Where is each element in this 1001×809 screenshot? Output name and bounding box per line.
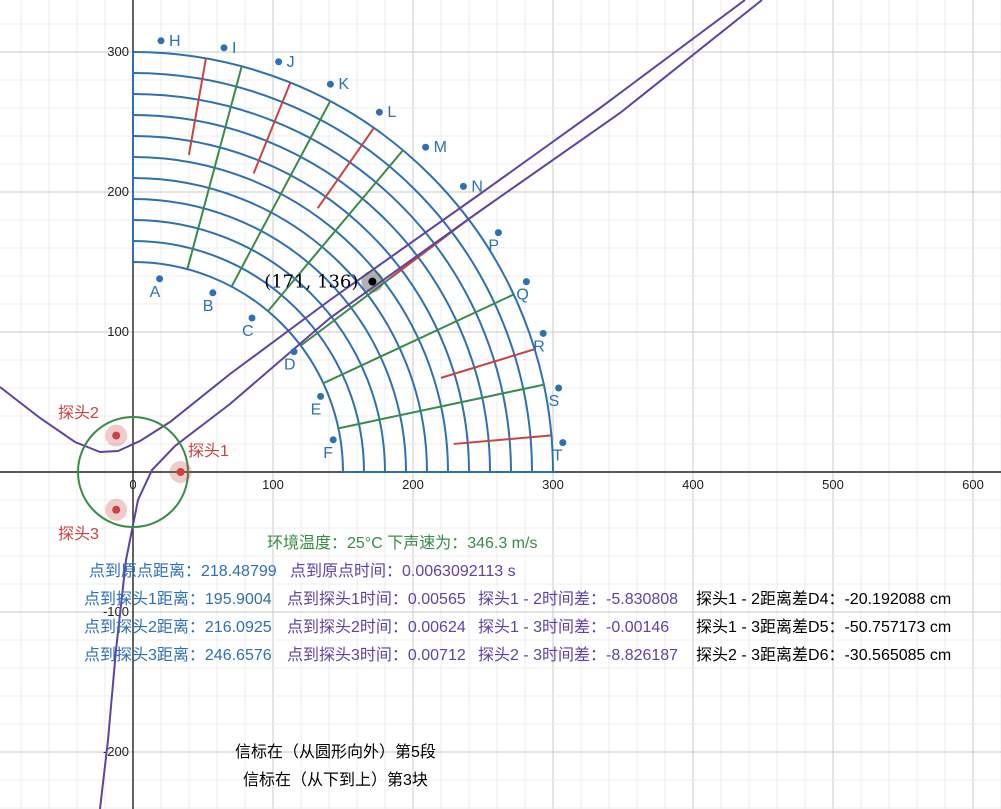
beacon-dot bbox=[275, 58, 283, 66]
beacon-dot bbox=[555, 384, 563, 392]
green-divider bbox=[186, 66, 243, 270]
red-divider bbox=[187, 58, 207, 156]
y-tick-label: 200 bbox=[107, 184, 129, 199]
green-divider bbox=[230, 100, 332, 288]
probe-label: 探头2 bbox=[58, 404, 99, 422]
probe2-distance-label: 点到探头2距离：216.0925 bbox=[84, 619, 272, 636]
beacon-label: B bbox=[203, 298, 214, 315]
probe-label: 探头3 bbox=[58, 525, 99, 543]
coordinate-plane[interactable]: 0 100 200 300 400 500 600300200100-100-200 ABC… bbox=[0, 0, 1001, 809]
beacon-label: J bbox=[287, 54, 295, 71]
beacon-label: I bbox=[232, 40, 236, 57]
beacon-dot bbox=[422, 143, 430, 151]
target-dot[interactable] bbox=[368, 277, 377, 286]
hyperbola-curves bbox=[0, 0, 763, 809]
diff12-time-label: 探头1 - 2时间差：-5.830808 bbox=[478, 591, 679, 608]
beacon-label: K bbox=[338, 76, 349, 93]
sector-arc bbox=[132, 219, 386, 473]
probe-dot bbox=[112, 431, 121, 440]
beacon-dot bbox=[156, 275, 164, 283]
probe1-distance-label: 点到探头1距离：195.9004 bbox=[84, 591, 272, 608]
beacon-label: L bbox=[387, 104, 396, 121]
y-tick-label: 100 bbox=[107, 324, 129, 339]
x-tick-label: 200 bbox=[402, 477, 424, 492]
hyperbola-curve-a bbox=[0, 0, 746, 454]
target-coordinate-label: (171, 136) bbox=[264, 272, 358, 293]
grid bbox=[0, 0, 1001, 809]
diff13-distance-label: 探头1 - 3距离差D5：-50.757173 cm bbox=[696, 619, 952, 636]
beacon-dot bbox=[220, 44, 228, 52]
diff12-distance-label: 探头1 - 2距离差D4：-20.192088 cm bbox=[696, 591, 952, 608]
beacon-label: C bbox=[242, 323, 254, 340]
beacon-dot bbox=[209, 289, 217, 297]
beacon-label: P bbox=[488, 238, 499, 255]
beacon-label: Q bbox=[516, 287, 528, 304]
diff23-distance-label: 探头2 - 3距离差D6：-30.565085 cm bbox=[696, 647, 952, 664]
beacon-label: F bbox=[323, 445, 333, 462]
beacon-label: A bbox=[150, 284, 161, 301]
probe-dot bbox=[176, 468, 185, 476]
beacon-dot bbox=[326, 80, 334, 88]
diff13-time-label: 探头1 - 3时间差：-0.00146 bbox=[478, 619, 670, 636]
probe3-time-label: 点到探头3时间：0.00712 bbox=[287, 647, 466, 664]
axes bbox=[0, 0, 1001, 809]
diff23-time-label: 探头2 - 3时间差：-8.826187 bbox=[478, 647, 679, 664]
beacon-label: T bbox=[553, 448, 563, 465]
beacon-label: D bbox=[284, 357, 296, 374]
target-point[interactable]: (171, 136) bbox=[264, 270, 384, 293]
sector-arc bbox=[132, 198, 407, 473]
temperature-label: 环境温度：25°C 下声速为：346.3 m/s bbox=[267, 535, 538, 552]
beacon-dot bbox=[522, 278, 530, 286]
origin-distance-label: 点到原点距离：218.48799 bbox=[89, 563, 277, 580]
beacon-label: N bbox=[471, 178, 483, 195]
x-tick-label: 600 bbox=[962, 477, 984, 492]
beacon-dot bbox=[290, 348, 298, 356]
beacon-dot bbox=[317, 392, 325, 400]
sector-arc bbox=[132, 177, 428, 473]
beacon-label: S bbox=[549, 393, 560, 410]
x-tick-label: 100 bbox=[262, 477, 284, 492]
x-tick-label: 500 bbox=[822, 477, 844, 492]
origin-time-label: 点到原点时间：0.0063092113 s bbox=[290, 563, 516, 580]
probe-label: 探头1 bbox=[188, 442, 229, 460]
beacon-dot bbox=[494, 229, 502, 237]
beacon-dot bbox=[559, 439, 567, 447]
beacon-label: R bbox=[533, 338, 545, 355]
probe-dot bbox=[112, 505, 121, 514]
beacon-dot bbox=[539, 329, 547, 337]
beacon-label: E bbox=[311, 401, 322, 418]
red-divider bbox=[252, 82, 292, 174]
beacon-label: M bbox=[434, 139, 447, 156]
beacon-dot bbox=[157, 37, 165, 45]
x-tick-label: 0 bbox=[129, 477, 136, 492]
probe2-time-label: 点到探头2时间：0.00624 bbox=[287, 619, 466, 636]
probe3-distance-label: 点到探头3距离：246.6576 bbox=[84, 647, 272, 664]
beacon-dot bbox=[375, 108, 383, 116]
x-tick-label: 400 bbox=[682, 477, 704, 492]
beacon-dot bbox=[248, 314, 256, 322]
y-tick-label: 300 bbox=[107, 44, 129, 59]
x-tick-label: 300 bbox=[542, 477, 564, 492]
beacon-dot bbox=[459, 182, 467, 190]
block-label: 信标在（从下到上）第3块 bbox=[243, 772, 428, 789]
segment-label: 信标在（从圆形向外）第5段 bbox=[235, 744, 436, 761]
probe1-time-label: 点到探头1时间：0.00565 bbox=[287, 591, 466, 608]
beacon-dot bbox=[329, 436, 337, 444]
beacon-label: H bbox=[169, 33, 181, 50]
